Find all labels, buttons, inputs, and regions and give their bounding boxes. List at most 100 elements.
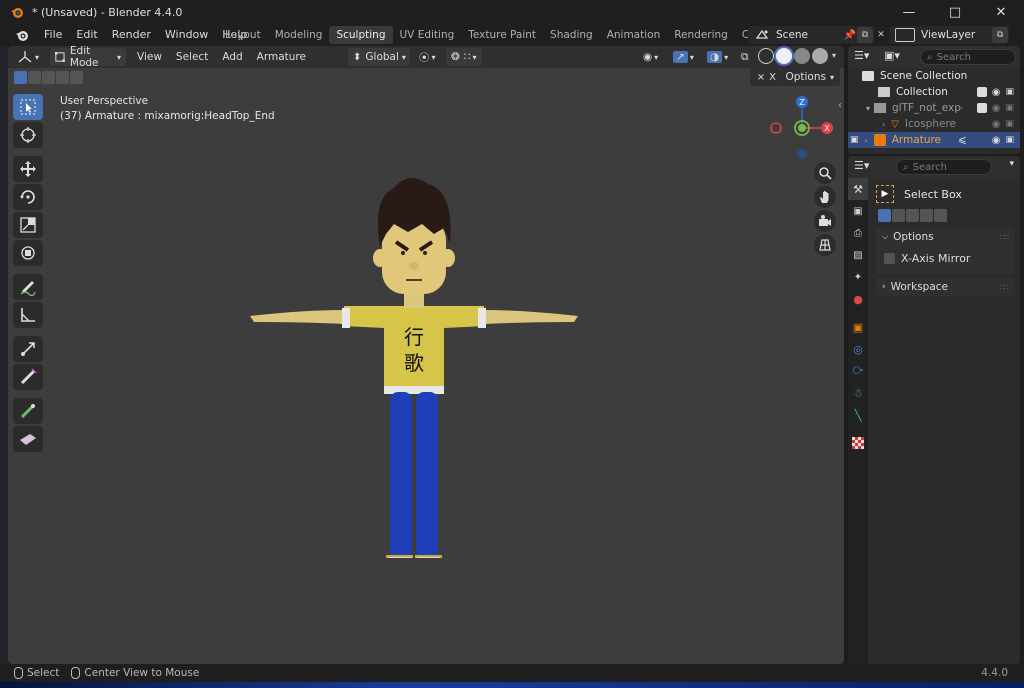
outliner-row-gltf[interactable]: ▾ glTF_not_exported ◉ ▣ bbox=[848, 100, 1020, 116]
outliner-row-scene-collection[interactable]: Scene Collection bbox=[848, 68, 1020, 84]
x-mirror-button[interactable]: ⨯ X bbox=[750, 68, 780, 86]
tab-world[interactable]: ● bbox=[848, 288, 868, 310]
tab-tool[interactable]: ⚒ bbox=[848, 178, 868, 200]
outliner-row-icosphere[interactable]: › ▽ Icosphere ◉ ▣ bbox=[848, 116, 1020, 132]
camera-render-icon[interactable]: ▣ bbox=[1005, 119, 1014, 130]
menu-view[interactable]: View bbox=[132, 48, 167, 66]
minimize-icon[interactable]: — bbox=[886, 0, 932, 24]
tab-object[interactable]: ▣ bbox=[848, 316, 868, 338]
select-new-icon[interactable] bbox=[878, 209, 891, 222]
close-icon[interactable]: ✕ bbox=[978, 0, 1024, 24]
tab-shading[interactable]: Shading bbox=[543, 26, 600, 44]
rotate-tool[interactable] bbox=[13, 184, 43, 210]
bone-size-tool[interactable] bbox=[13, 364, 43, 390]
new-scene-icon[interactable]: ⧉ bbox=[857, 27, 873, 43]
checkbox-icon[interactable] bbox=[976, 86, 987, 97]
scene-selector[interactable]: Scene 📌 ⧉ bbox=[748, 26, 874, 44]
solid-shading-icon[interactable] bbox=[776, 48, 792, 64]
tab-animation[interactable]: Animation bbox=[600, 26, 668, 44]
move-tool[interactable] bbox=[13, 156, 43, 182]
menu-select[interactable]: Select bbox=[171, 48, 213, 66]
transform-orientation-dropdown[interactable]: ⬍ Global ▾ bbox=[348, 48, 410, 66]
maximize-icon[interactable]: □ bbox=[932, 0, 978, 24]
select-intersect-icon[interactable] bbox=[70, 71, 83, 84]
pan-button[interactable] bbox=[814, 186, 836, 208]
tab-texture-paint[interactable]: Texture Paint bbox=[461, 26, 543, 44]
wireframe-shading-icon[interactable] bbox=[758, 48, 774, 64]
select-subtract-icon[interactable] bbox=[906, 209, 919, 222]
menu-edit[interactable]: Edit bbox=[69, 24, 104, 46]
checkbox-icon[interactable] bbox=[976, 102, 987, 113]
properties-editor-type-icon[interactable]: ☰▾ bbox=[854, 159, 869, 172]
edit-mode-row-icon[interactable]: ▣ bbox=[850, 135, 859, 145]
scale-tool[interactable] bbox=[13, 212, 43, 238]
pivot-dropdown[interactable]: ⦿ ▾ bbox=[414, 48, 441, 66]
expand-arrow-icon[interactable]: ▾ bbox=[866, 104, 870, 113]
menu-add[interactable]: Add bbox=[217, 48, 247, 66]
select-box-tool[interactable] bbox=[13, 94, 43, 120]
properties-options-icon[interactable]: ▾ bbox=[1009, 159, 1014, 169]
annotate-tool[interactable] bbox=[13, 274, 43, 300]
menu-window[interactable]: Window bbox=[158, 24, 215, 46]
x-axis-mirror-row[interactable]: X-Axis Mirror bbox=[876, 246, 1014, 270]
xray-toggle[interactable]: ⧉ bbox=[736, 48, 754, 66]
transform-tool[interactable] bbox=[13, 240, 43, 266]
tab-rendering[interactable]: Rendering bbox=[667, 26, 735, 44]
visibility-dropdown[interactable]: ◉ ▾ bbox=[638, 48, 663, 66]
tab-modifiers[interactable]: ◎ bbox=[848, 338, 868, 360]
tab-sculpting[interactable]: Sculpting bbox=[329, 26, 393, 44]
tab-scene[interactable]: ✦ bbox=[848, 266, 868, 288]
cursor-tool[interactable] bbox=[13, 122, 43, 148]
outliner-editor-type-icon[interactable]: ☰▾ bbox=[854, 49, 869, 62]
view-layer-selector[interactable]: ViewLayer ⧉ bbox=[889, 26, 1009, 44]
eye-icon[interactable]: ◉ bbox=[992, 135, 1001, 146]
bone-envelope-tool[interactable] bbox=[13, 426, 43, 452]
snap-dropdown[interactable]: ❂ ∷ ▾ bbox=[446, 48, 482, 66]
tab-modeling[interactable]: Modeling bbox=[268, 26, 330, 44]
measure-tool[interactable] bbox=[13, 302, 43, 328]
gizmo-dropdown[interactable]: ↗ ▾ bbox=[668, 48, 699, 66]
options-dropdown[interactable]: Options ▾ bbox=[779, 68, 840, 86]
projection-toggle-button[interactable] bbox=[814, 234, 836, 256]
roll-tool[interactable] bbox=[13, 398, 43, 424]
drag-grip-icon[interactable]: ∷∷ bbox=[1000, 233, 1009, 242]
tab-render[interactable]: ▣ bbox=[848, 200, 868, 222]
outliner-row-armature[interactable]: ▣ › Armature ⩽ ◉ ▣ bbox=[848, 132, 1020, 148]
material-shading-icon[interactable] bbox=[794, 48, 810, 64]
overlays-dropdown[interactable]: ◑ ▾ bbox=[702, 48, 733, 66]
tab-bone[interactable]: ╲ bbox=[848, 404, 868, 426]
navigation-gizmo[interactable]: Z X bbox=[762, 94, 842, 162]
select-intersect-icon[interactable] bbox=[934, 209, 947, 222]
extrude-tool[interactable] bbox=[13, 336, 43, 362]
workspace-panel-header[interactable]: › Workspace ∷∷ bbox=[876, 278, 1014, 296]
outliner-search[interactable]: ⌕ Search bbox=[920, 49, 1016, 65]
camera-render-icon[interactable]: ▣ bbox=[1005, 103, 1014, 114]
new-view-layer-icon[interactable]: ⧉ bbox=[992, 27, 1008, 43]
drag-grip-icon[interactable]: ∷∷ bbox=[1000, 283, 1009, 292]
editor-type-dropdown[interactable]: ▾ bbox=[12, 48, 46, 66]
menu-render[interactable]: Render bbox=[105, 24, 158, 46]
camera-view-button[interactable] bbox=[814, 210, 836, 232]
zoom-button[interactable] bbox=[814, 162, 836, 184]
properties-search[interactable]: ⌕ Search bbox=[896, 159, 992, 175]
blender-logo-icon[interactable] bbox=[15, 28, 29, 42]
x-axis-mirror-checkbox[interactable] bbox=[884, 252, 895, 264]
eye-icon[interactable]: ◉ bbox=[992, 119, 1001, 130]
outliner-row-collection[interactable]: Collection ◉ ▣ bbox=[848, 84, 1020, 100]
tab-uv-editing[interactable]: UV Editing bbox=[393, 26, 462, 44]
tab-view-layer[interactable]: ▨ bbox=[848, 244, 868, 266]
camera-render-icon[interactable]: ▣ bbox=[1005, 87, 1014, 98]
tab-texture[interactable] bbox=[848, 432, 868, 454]
select-invert-icon[interactable] bbox=[56, 71, 69, 84]
expand-arrow-icon[interactable]: › bbox=[865, 136, 868, 145]
eye-icon[interactable]: ◉ bbox=[992, 87, 1001, 98]
collapse-sidebar-icon[interactable]: ‹ bbox=[838, 100, 842, 111]
3d-viewport[interactable]: ▾ Edit Mode ▾ View Select Add Armature ⬍… bbox=[8, 46, 844, 664]
display-mode-icon[interactable]: ▣▾ bbox=[884, 49, 900, 62]
shading-dropdown-icon[interactable]: ▾ bbox=[832, 48, 836, 64]
camera-render-icon[interactable]: ▣ bbox=[1005, 135, 1014, 146]
eye-icon[interactable]: ◉ bbox=[992, 103, 1001, 114]
select-box-tool-icon[interactable]: ▶ bbox=[876, 185, 894, 203]
menu-armature[interactable]: Armature bbox=[252, 48, 311, 66]
tab-armature-data[interactable]: ☃ bbox=[848, 382, 868, 404]
